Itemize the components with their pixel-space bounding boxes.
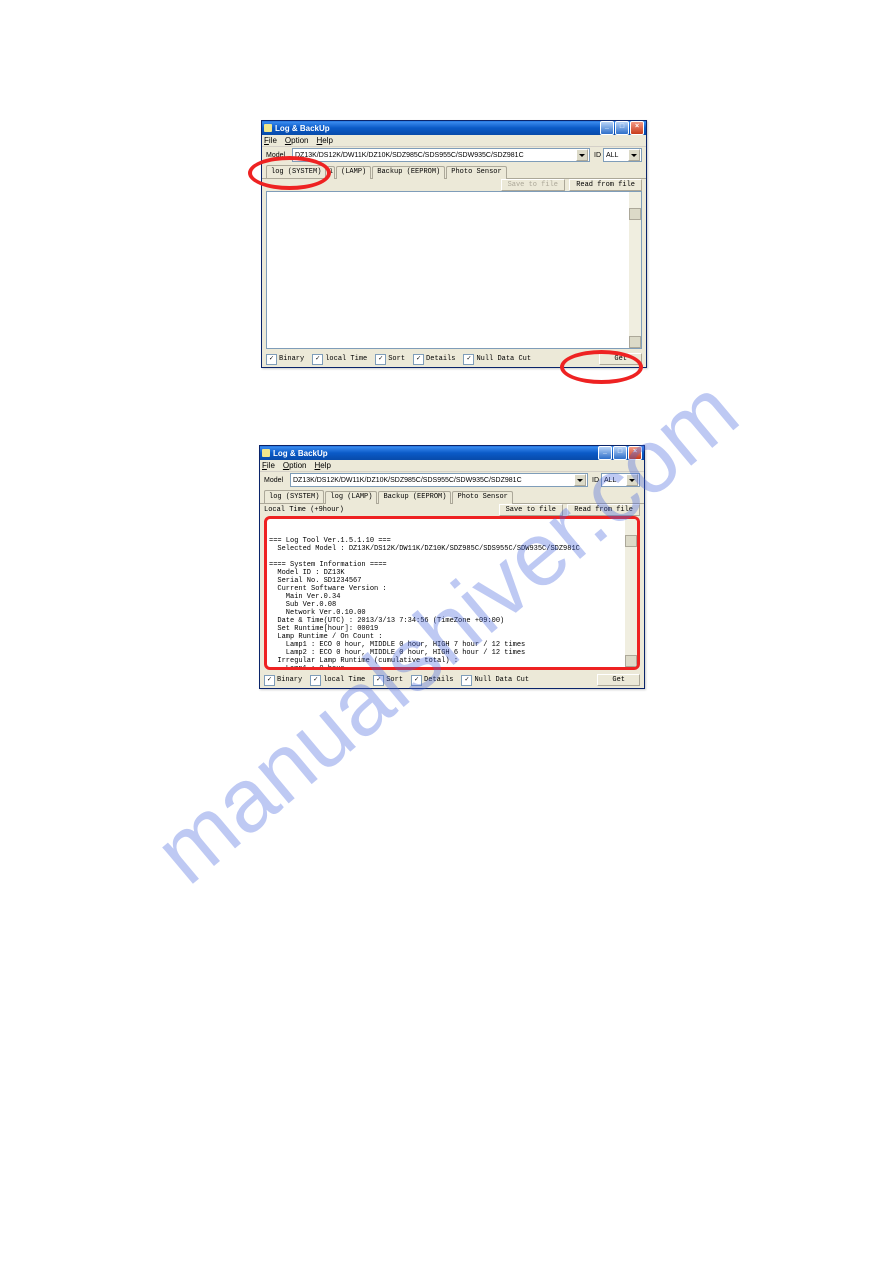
- options-row: ✓Binary ✓local Time ✓Sort ✓Details ✓Null…: [260, 672, 644, 688]
- tab-log-system[interactable]: log (SYSTEM): [264, 490, 324, 503]
- window-title: Log & BackUp: [264, 124, 330, 133]
- tab-log-lamp[interactable]: log (LAMP): [325, 491, 377, 504]
- menu-help[interactable]: Help: [315, 461, 331, 470]
- chevron-down-icon[interactable]: [574, 474, 586, 486]
- close-button[interactable]: ×: [630, 121, 644, 135]
- window-title: Log & BackUp: [262, 449, 328, 458]
- titlebar[interactable]: Log & BackUp _ □ ×: [260, 446, 644, 460]
- check-binary[interactable]: ✓Binary: [264, 675, 302, 686]
- app-icon: [264, 124, 272, 132]
- id-label: ID: [592, 477, 599, 484]
- menu-help[interactable]: Help: [317, 136, 333, 145]
- app-icon: [262, 449, 270, 457]
- check-sort[interactable]: ✓Sort: [375, 354, 405, 365]
- titlebar[interactable]: Log & BackUp _ □ ×: [262, 121, 646, 135]
- check-details[interactable]: ✓Details: [413, 354, 455, 365]
- read-from-file-button[interactable]: Read from file: [567, 504, 640, 516]
- menu-option[interactable]: Option: [285, 136, 309, 145]
- minimize-button[interactable]: _: [600, 121, 614, 135]
- read-from-file-button[interactable]: Read from file: [569, 179, 642, 191]
- log-textarea[interactable]: === Log Tool Ver.1.5.1.10 === Selected M…: [264, 516, 640, 670]
- tab-log-lamp[interactable]: (LAMP): [336, 166, 371, 179]
- log-output-text: === Log Tool Ver.1.5.1.10 === Selected M…: [267, 535, 637, 670]
- tabs-row: log (SYSTEM) log (LAMP) Backup (EEPROM) …: [260, 488, 644, 504]
- id-label: ID: [594, 152, 601, 159]
- chevron-down-icon[interactable]: [628, 149, 640, 161]
- window-controls: _ □ ×: [600, 121, 644, 135]
- tab-photo-sensor[interactable]: Photo Sensor: [446, 166, 506, 179]
- model-row: Model DZ13K/DS12K/DW11K/DZ10K/SDZ985C/SD…: [262, 147, 646, 163]
- menubar: File Option Help: [260, 460, 644, 472]
- options-row: ✓Binary ✓local Time ✓Sort ✓Details ✓Null…: [262, 351, 646, 367]
- tab-content: Local Time (+9hour) Save to file Read fr…: [260, 504, 644, 672]
- model-label: Model: [266, 152, 288, 159]
- id-value: ALL: [606, 152, 618, 159]
- tab-backup[interactable]: Backup (EEPROM): [378, 491, 451, 504]
- info-label: Local Time (+9hour): [264, 506, 344, 514]
- id-section: ID ALL: [594, 148, 642, 162]
- window-controls: _ □ ×: [598, 446, 642, 460]
- log-textarea[interactable]: [266, 191, 642, 349]
- scrollbar[interactable]: [625, 519, 637, 667]
- menubar: File Option Help: [262, 135, 646, 147]
- check-details[interactable]: ✓Details: [411, 675, 453, 686]
- tab-backup[interactable]: Backup (EEPROM): [372, 166, 445, 179]
- id-section: ID ALL: [592, 473, 640, 487]
- close-button[interactable]: ×: [628, 446, 642, 460]
- check-null-data-cut[interactable]: ✓Null Data Cut: [461, 675, 529, 686]
- check-local-time[interactable]: ✓local Time: [310, 675, 365, 686]
- tab-log-system[interactable]: log (SYSTEM): [266, 165, 326, 178]
- get-button[interactable]: Get: [597, 674, 640, 686]
- check-null-data-cut[interactable]: ✓Null Data Cut: [463, 354, 531, 365]
- tab-content: Save to file Read from file: [262, 179, 646, 351]
- model-value: DZ13K/DS12K/DW11K/DZ10K/SDZ985C/SDS955C/…: [295, 152, 524, 159]
- save-to-file-button[interactable]: Save to file: [499, 504, 563, 516]
- get-button[interactable]: Get: [599, 353, 642, 365]
- window-title-text: Log & BackUp: [273, 449, 328, 458]
- app-window-empty: Log & BackUp _ □ × File Option Help Mode…: [261, 120, 647, 368]
- scroll-down-button[interactable]: [625, 655, 637, 667]
- model-row: Model DZ13K/DS12K/DW11K/DZ10K/SDZ985C/SD…: [260, 472, 644, 488]
- model-value: DZ13K/DS12K/DW11K/DZ10K/SDZ985C/SDS955C/…: [293, 477, 522, 484]
- save-to-file-button: Save to file: [501, 179, 565, 191]
- tabs-row: log (SYSTEM) l (LAMP) Backup (EEPROM) Ph…: [262, 163, 646, 179]
- maximize-button[interactable]: □: [613, 446, 627, 460]
- id-dropdown[interactable]: ALL: [603, 148, 642, 162]
- window-title-text: Log & BackUp: [275, 124, 330, 133]
- tab-log-gap[interactable]: l: [327, 166, 335, 179]
- scroll-up-button[interactable]: [625, 535, 637, 547]
- check-sort[interactable]: ✓Sort: [373, 675, 403, 686]
- chevron-down-icon[interactable]: [626, 474, 638, 486]
- model-label: Model: [264, 477, 286, 484]
- menu-file[interactable]: File: [262, 461, 275, 470]
- scroll-down-button[interactable]: [629, 336, 641, 348]
- tab-photo-sensor[interactable]: Photo Sensor: [452, 491, 512, 504]
- maximize-button[interactable]: □: [615, 121, 629, 135]
- check-binary[interactable]: ✓Binary: [266, 354, 304, 365]
- menu-option[interactable]: Option: [283, 461, 307, 470]
- scrollbar[interactable]: [629, 192, 641, 348]
- menu-file[interactable]: File: [264, 136, 277, 145]
- app-window-populated: Log & BackUp _ □ × File Option Help Mode…: [259, 445, 645, 689]
- scroll-up-button[interactable]: [629, 208, 641, 220]
- model-dropdown[interactable]: DZ13K/DS12K/DW11K/DZ10K/SDZ985C/SDS955C/…: [292, 148, 590, 162]
- check-local-time[interactable]: ✓local Time: [312, 354, 367, 365]
- id-dropdown[interactable]: ALL: [601, 473, 640, 487]
- id-value: ALL: [604, 477, 616, 484]
- model-dropdown[interactable]: DZ13K/DS12K/DW11K/DZ10K/SDZ985C/SDS955C/…: [290, 473, 588, 487]
- chevron-down-icon[interactable]: [576, 149, 588, 161]
- minimize-button[interactable]: _: [598, 446, 612, 460]
